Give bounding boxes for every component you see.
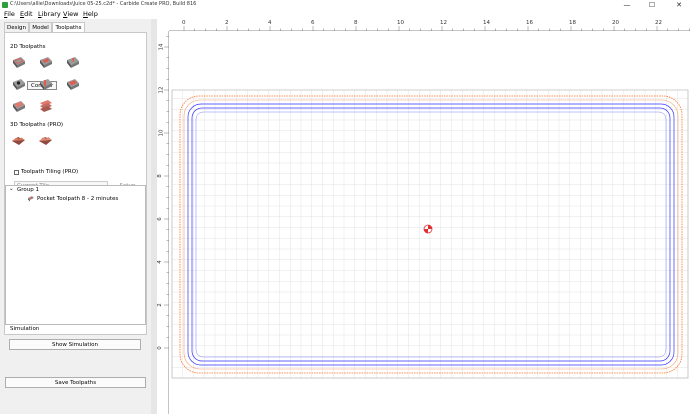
simulation-label: Simulation xyxy=(10,326,40,332)
x-tick-14: 14 xyxy=(483,20,490,26)
tab-design[interactable]: Design xyxy=(4,22,29,32)
drill-toolpath-icon[interactable] xyxy=(65,55,80,69)
section-3d-toolpaths: 3D Toolpaths (PRO) xyxy=(10,122,64,128)
tab-model[interactable]: Model xyxy=(29,22,52,32)
window-title: C:\Users\allie\Downloads\Juice 05-25.c2d… xyxy=(10,1,197,7)
advanced-vcarve-icon[interactable] xyxy=(65,77,80,91)
minimize-button[interactable]: — xyxy=(618,0,636,10)
3d-rough-icon[interactable] xyxy=(11,133,26,147)
toolpath-tree: ⌄ Group 1 Pocket Toolpath 8 - 2 minutes xyxy=(5,185,146,325)
y-tick-8: 8 xyxy=(156,174,163,178)
tiling-label: Toolpath Tiling (PRO) xyxy=(21,169,79,175)
top-ruler-ticks xyxy=(169,26,690,31)
top-ruler: 0 2 4 6 8 10 12 14 16 18 20 22 24 xyxy=(157,19,690,31)
show-simulation-button[interactable]: Show Simulation xyxy=(9,339,141,350)
x-tick-0: 0 xyxy=(182,20,186,26)
save-toolpaths-button[interactable]: Save Toolpaths xyxy=(5,377,146,388)
x-tick-18: 18 xyxy=(569,20,576,26)
x-tick-22: 22 xyxy=(655,20,662,26)
inner-path-3 xyxy=(195,111,667,358)
app-icon xyxy=(2,2,8,8)
chevron-down-icon[interactable]: ⌄ xyxy=(9,186,14,192)
menu-help[interactable]: Help xyxy=(83,10,98,19)
inner-path-2 xyxy=(191,107,671,362)
x-tick-12: 12 xyxy=(440,20,447,26)
toolpath-list-item[interactable]: Pocket Toolpath 8 - 2 minutes xyxy=(37,196,118,202)
close-button[interactable]: ✕ xyxy=(670,0,688,10)
tab-toolpaths[interactable]: Toolpaths xyxy=(52,22,85,32)
contour-toolpath-icon[interactable] xyxy=(11,55,26,69)
x-tick-6: 6 xyxy=(311,20,315,26)
menu-library[interactable]: Library xyxy=(38,10,61,19)
menu-file[interactable]: File xyxy=(4,10,15,19)
y-tick-4: 4 xyxy=(156,260,163,264)
pocket-toolpath-icon[interactable] xyxy=(38,55,53,69)
menu-bar: File Edit Library View Help xyxy=(0,10,690,19)
adaptive-toolpath-icon[interactable] xyxy=(11,99,26,113)
tab-bar: Design Model Toolpaths xyxy=(4,22,147,32)
y-tick-12: 12 xyxy=(158,86,165,94)
left-ruler: 14 12 10 8 6 4 2 0 xyxy=(157,31,169,414)
vcarve-toolpath-icon[interactable] xyxy=(11,77,26,91)
texture-toolpath-icon[interactable] xyxy=(38,77,53,91)
x-tick-16: 16 xyxy=(526,20,533,26)
maximize-button[interactable]: ☐ xyxy=(643,0,661,10)
group-item[interactable]: Group 1 xyxy=(17,187,39,193)
tiling-checkbox[interactable] xyxy=(14,170,19,175)
design-canvas[interactable] xyxy=(169,31,690,414)
y-tick-0: 0 xyxy=(156,346,163,350)
x-tick-4: 4 xyxy=(268,20,272,26)
menu-view[interactable]: View xyxy=(63,10,78,19)
origin-marker xyxy=(423,224,433,234)
x-tick-8: 8 xyxy=(354,20,358,26)
y-tick-14: 14 xyxy=(158,43,165,51)
x-tick-20: 20 xyxy=(612,20,619,26)
3d-finish-icon[interactable] xyxy=(38,133,53,147)
y-tick-2: 2 xyxy=(156,303,163,307)
y-tick-6: 6 xyxy=(156,217,163,221)
x-tick-2: 2 xyxy=(225,20,229,26)
y-tick-10: 10 xyxy=(158,129,165,137)
inner-path-1 xyxy=(187,103,675,366)
canvas-area[interactable]: 0 2 4 6 8 10 12 14 16 18 20 22 24 141210… xyxy=(157,19,690,414)
title-bar: C:\Users\allie\Downloads\Juice 05-25.c2d… xyxy=(0,0,690,10)
section-2d-toolpaths: 2D Toolpaths xyxy=(10,44,46,50)
x-tick-10: 10 xyxy=(397,20,404,26)
menu-edit[interactable]: Edit xyxy=(20,10,33,19)
left-panel: Design Model Toolpaths 2D Toolpaths Cont… xyxy=(0,19,151,414)
stacked-toolpath-icon[interactable] xyxy=(38,99,53,113)
pocket-toolpath-icon xyxy=(28,196,34,202)
toolpath-outer xyxy=(179,95,683,374)
